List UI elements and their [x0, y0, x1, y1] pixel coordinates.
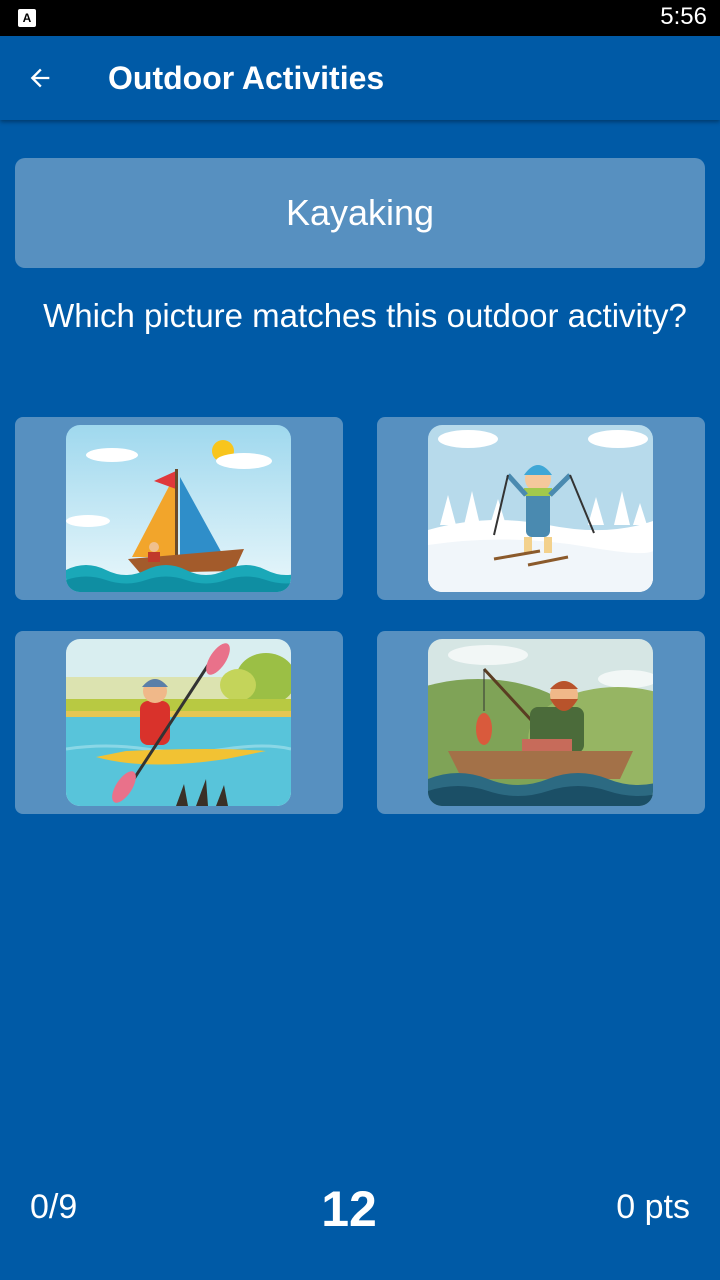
- status-bar: A 5:56: [0, 0, 720, 36]
- answer-option-2[interactable]: [377, 417, 705, 600]
- answer-option-4[interactable]: [377, 631, 705, 814]
- answer-option-3[interactable]: [15, 631, 343, 814]
- answer-option-1[interactable]: [15, 417, 343, 600]
- word-label: Kayaking: [285, 192, 435, 233]
- page-title: Outdoor Activities: [108, 60, 385, 96]
- question-text: Which picture matches this outdoor activ…: [43, 297, 687, 334]
- back-button[interactable]: [18, 56, 62, 100]
- app-notification-icon: A: [18, 9, 36, 27]
- fishing-picture: [428, 639, 653, 806]
- status-time: 5:56: [660, 3, 707, 30]
- word-card: Kayaking: [15, 158, 705, 268]
- kayaking-picture: [66, 639, 291, 806]
- arrow-left-icon: [30, 68, 50, 88]
- countdown-timer: 12: [321, 1181, 377, 1237]
- app-bar: Outdoor Activities: [0, 36, 720, 120]
- skiing-picture: [428, 425, 653, 592]
- sailboat-picture: [66, 425, 291, 592]
- score-display: 0 pts: [616, 1188, 690, 1226]
